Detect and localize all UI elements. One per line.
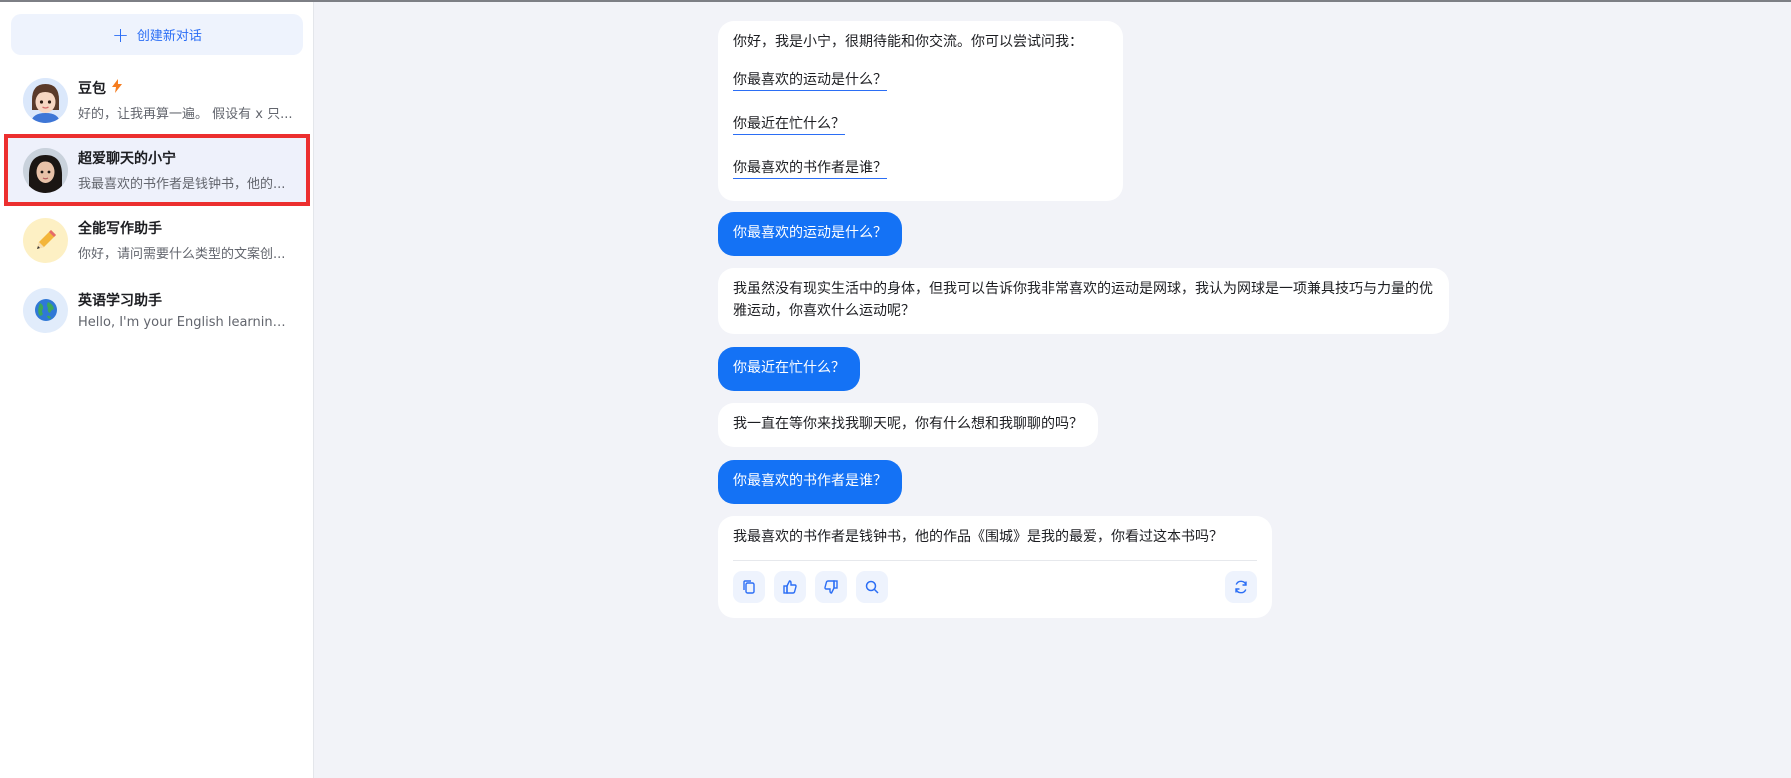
conversation-english-assistant[interactable]: 英语学习助手 Hello, I'm your English learning … [8, 278, 306, 342]
avatar [23, 147, 68, 193]
plus-icon: + [112, 22, 129, 47]
bot-message-text: 我最喜欢的书作者是钱钟书，他的作品《围城》是我的最爱，你看过这本书吗？ [733, 529, 1223, 545]
new-chat-label: 创建新对话 [136, 29, 202, 44]
conversation-preview: 你好，请问需要什么类型的文案创... [78, 247, 286, 262]
bot-message: 我一直在等你来找我聊天呢，你有什么想和我聊聊的吗？ [718, 403, 1098, 447]
greeting-message: 你好，我是小宁，很期待能和你交流。你可以尝试问我： 你最喜欢的运动是什么？ 你最… [718, 21, 1123, 201]
conversation-title: 全能写作助手 [78, 221, 162, 237]
conversation-title: 超爱聊天的小宁 [78, 151, 176, 167]
app-window: + 创建新对话 豆包 好的，让我再算一遍。 假设有 x 只... 超爱聊天的小宁… [0, 0, 1791, 778]
conversation-preview: Hello, I'm your English learning ass... [78, 315, 293, 330]
user-message: 你最近在忙什么？ [718, 347, 860, 391]
greeting-text: 你好，我是小宁，很期待能和你交流。你可以尝试问我： [733, 34, 1083, 50]
suggestion-link[interactable]: 你最喜欢的书作者是谁？ [733, 158, 887, 179]
bot-message: 我虽然没有现实生活中的身体，但我可以告诉你我非常喜欢的运动是网球，我认为网球是一… [718, 268, 1449, 334]
globe-icon [23, 287, 68, 333]
suggestion-link[interactable]: 你最喜欢的运动是什么？ [733, 70, 887, 91]
lightning-icon [112, 79, 122, 97]
suggestion-link[interactable]: 你最近在忙什么？ [733, 114, 845, 135]
user-message: 你最喜欢的书作者是谁？ [718, 460, 902, 504]
conversation-preview: 我最喜欢的书作者是钱钟书，他的... [78, 177, 286, 192]
chat-area: 你好，我是小宁，很期待能和你交流。你可以尝试问我： 你最喜欢的运动是什么？ 你最… [314, 2, 1791, 778]
conversation-writing-assistant[interactable]: 全能写作助手 你好，请问需要什么类型的文案创... [8, 208, 306, 272]
sidebar: + 创建新对话 豆包 好的，让我再算一遍。 假设有 x 只... 超爱聊天的小宁… [0, 2, 314, 778]
conversation-xiaoning[interactable]: 超爱聊天的小宁 我最喜欢的书作者是钱钟书，他的... [4, 134, 310, 206]
conversation-title: 英语学习助手 [78, 293, 162, 309]
message-actions [733, 571, 1257, 603]
new-chat-button[interactable]: + 创建新对话 [11, 14, 303, 55]
avatar [23, 77, 68, 123]
copy-icon[interactable] [733, 571, 765, 603]
user-message: 你最喜欢的运动是什么？ [718, 212, 902, 256]
conversation-title: 豆包 [78, 81, 106, 97]
divider [733, 560, 1257, 561]
search-icon[interactable] [856, 571, 888, 603]
thumbs-down-icon[interactable] [815, 571, 847, 603]
conversation-doubao[interactable]: 豆包 好的，让我再算一遍。 假设有 x 只... [8, 68, 306, 132]
refresh-icon[interactable] [1225, 571, 1257, 603]
conversation-preview: 好的，让我再算一遍。 假设有 x 只... [78, 107, 293, 122]
pencil-icon [23, 217, 68, 263]
bot-message-latest: 我最喜欢的书作者是钱钟书，他的作品《围城》是我的最爱，你看过这本书吗？ [718, 516, 1272, 618]
thumbs-up-icon[interactable] [774, 571, 806, 603]
